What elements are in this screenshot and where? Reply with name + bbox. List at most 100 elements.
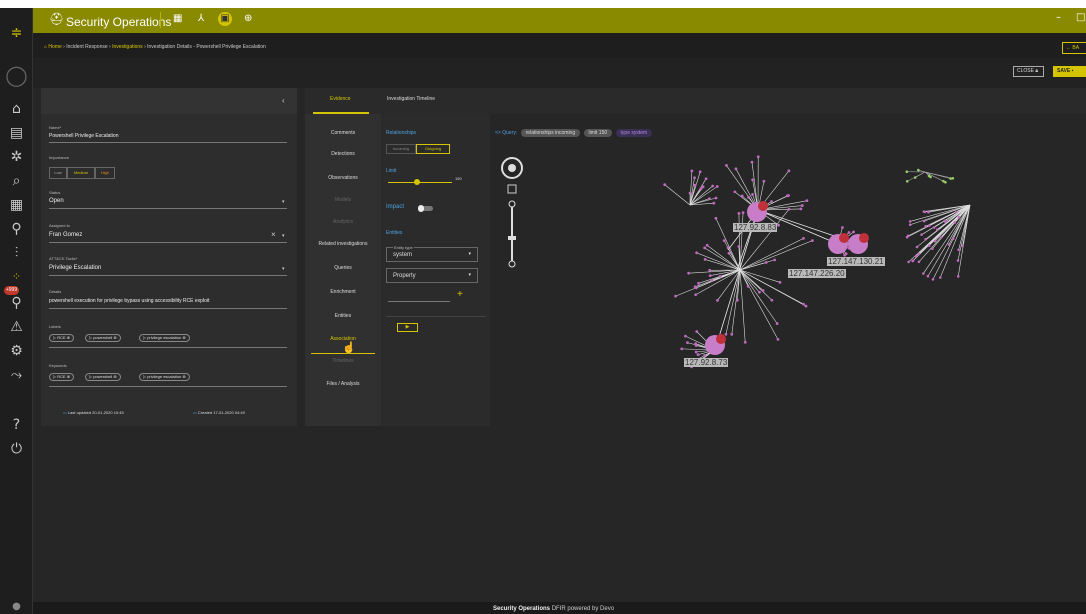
graph-node[interactable]	[956, 259, 960, 262]
graph-node[interactable]	[908, 223, 912, 227]
graph-node[interactable]	[802, 302, 805, 306]
graph-node[interactable]	[935, 228, 939, 231]
graph-node[interactable]	[696, 353, 700, 357]
graph-node[interactable]	[726, 246, 730, 250]
graph-node[interactable]	[778, 280, 782, 284]
graph-node[interactable]	[949, 177, 952, 180]
graph-node[interactable]	[746, 284, 750, 288]
query-chip-limit[interactable]: limit 150	[583, 129, 613, 137]
graph-node[interactable]	[750, 160, 754, 164]
graph-node[interactable]	[695, 251, 699, 255]
limit-slider-handle[interactable]	[414, 179, 420, 185]
graph-node[interactable]	[787, 194, 790, 197]
keyword-tag[interactable]: ▷ RCE ⊗	[49, 373, 75, 381]
graph-node[interactable]	[927, 224, 931, 227]
graph-node[interactable]	[939, 236, 943, 239]
graph-node[interactable]	[915, 245, 919, 249]
graph-node[interactable]	[926, 274, 930, 278]
graph-node[interactable]	[695, 330, 699, 333]
graph-node[interactable]	[737, 245, 741, 248]
impact-switch-knob[interactable]	[418, 205, 424, 212]
graph-node[interactable]	[924, 224, 928, 228]
search-icon[interactable]: ⌕	[0, 172, 33, 190]
graph-node[interactable]	[905, 170, 909, 174]
menu-toggle-icon[interactable]: ≑	[0, 24, 33, 42]
graph-node[interactable]	[724, 332, 728, 336]
save-button[interactable]: SAVE ▪	[1053, 66, 1086, 77]
graph-node[interactable]	[810, 239, 814, 243]
graph-node[interactable]	[703, 353, 706, 357]
menu-related-investigations[interactable]: Related investigations	[305, 241, 381, 247]
graph-node[interactable]	[697, 281, 700, 285]
graph-node[interactable]	[756, 155, 760, 159]
collapse-chevron-icon[interactable]: ‹	[282, 96, 285, 105]
zoom-in-icon[interactable]	[508, 200, 516, 208]
network-icon[interactable]: ✲	[0, 148, 33, 166]
graph-node[interactable]	[957, 248, 960, 252]
graph-node[interactable]	[705, 243, 709, 247]
graph-node[interactable]	[847, 231, 851, 234]
outgoing-toggle[interactable]: Outgoing	[416, 144, 450, 154]
keyword-tag[interactable]: ▷ privilege escalation ⊗	[139, 373, 190, 381]
back-button[interactable]: ← BA	[1062, 42, 1086, 54]
graph-node[interactable]	[737, 211, 741, 215]
run-query-button[interactable]: ▶	[397, 323, 418, 332]
breadcrumb-investigations[interactable]: Investigations	[112, 44, 143, 50]
menu-queries[interactable]: Queries	[305, 265, 381, 271]
menu-timelines[interactable]: Timelines	[305, 358, 381, 364]
graph-node[interactable]	[693, 176, 696, 180]
graph-node[interactable]	[747, 195, 750, 199]
query-chip-type[interactable]: type system	[615, 129, 653, 137]
pan-control[interactable]	[501, 157, 523, 179]
graph-node[interactable]	[722, 239, 726, 243]
graph-node[interactable]	[957, 216, 961, 219]
graph-node[interactable]	[917, 260, 921, 264]
graph-node[interactable]	[920, 233, 923, 236]
graph-node[interactable]	[777, 223, 780, 227]
alert-marker[interactable]	[758, 201, 768, 211]
query-chip-relationships[interactable]: relationships incoming	[520, 129, 581, 137]
graph-node[interactable]	[761, 289, 765, 292]
filters-icon[interactable]: ⫶	[0, 244, 33, 262]
graph-node[interactable]	[680, 347, 684, 351]
tab-evidence[interactable]: Evidence	[330, 96, 351, 102]
graph-node[interactable]	[927, 174, 931, 178]
add-property-button[interactable]: +	[457, 289, 463, 300]
graph-node[interactable]	[944, 220, 947, 224]
graph-node[interactable]	[917, 168, 920, 172]
tactic-select[interactable]: Privilege Escalation	[49, 265, 101, 271]
fit-view-icon[interactable]	[507, 184, 517, 194]
graph-node[interactable]	[718, 275, 722, 278]
assigned-select[interactable]: Fran Gomez	[49, 232, 82, 238]
graph-node[interactable]	[951, 237, 955, 241]
graph-node[interactable]	[944, 180, 947, 184]
graph-node[interactable]	[927, 210, 930, 214]
graph-node[interactable]	[951, 176, 955, 180]
hierarchy-icon[interactable]: ⅄	[198, 13, 204, 24]
graph-node[interactable]	[712, 201, 716, 205]
graph-node[interactable]	[694, 350, 698, 354]
zoom-out-icon[interactable]	[508, 260, 516, 268]
share-icon[interactable]: ⤳	[0, 366, 33, 384]
tab-investigation-timeline[interactable]: Investigation Timeline	[387, 96, 435, 102]
menu-enrichment[interactable]: Enrichment	[305, 289, 381, 295]
home-icon[interactable]: ⌂	[44, 44, 47, 50]
graph-node[interactable]	[961, 244, 964, 248]
keyword-tag[interactable]: ▷ powershell ⊗	[85, 373, 121, 381]
graph-node[interactable]	[693, 183, 697, 187]
graph-node[interactable]	[704, 177, 708, 181]
graph-node[interactable]	[924, 237, 927, 241]
graph-node[interactable]	[699, 187, 703, 191]
signal-icon[interactable]: ⚲	[0, 220, 33, 238]
graph-node[interactable]	[799, 207, 803, 211]
graph-node[interactable]	[663, 183, 667, 187]
graph-node[interactable]	[714, 216, 718, 220]
graph-node[interactable]	[740, 194, 744, 198]
warning-icon[interactable]: ⚠	[0, 318, 33, 336]
settings-icon[interactable]: ⚙	[0, 342, 33, 360]
graph-node[interactable]	[725, 164, 728, 167]
apps-icon[interactable]: ⁘	[0, 268, 33, 286]
chat-icon[interactable]: ●	[0, 598, 33, 614]
menu-comments[interactable]: Comments	[305, 130, 381, 136]
importance-high[interactable]: High	[95, 167, 115, 179]
